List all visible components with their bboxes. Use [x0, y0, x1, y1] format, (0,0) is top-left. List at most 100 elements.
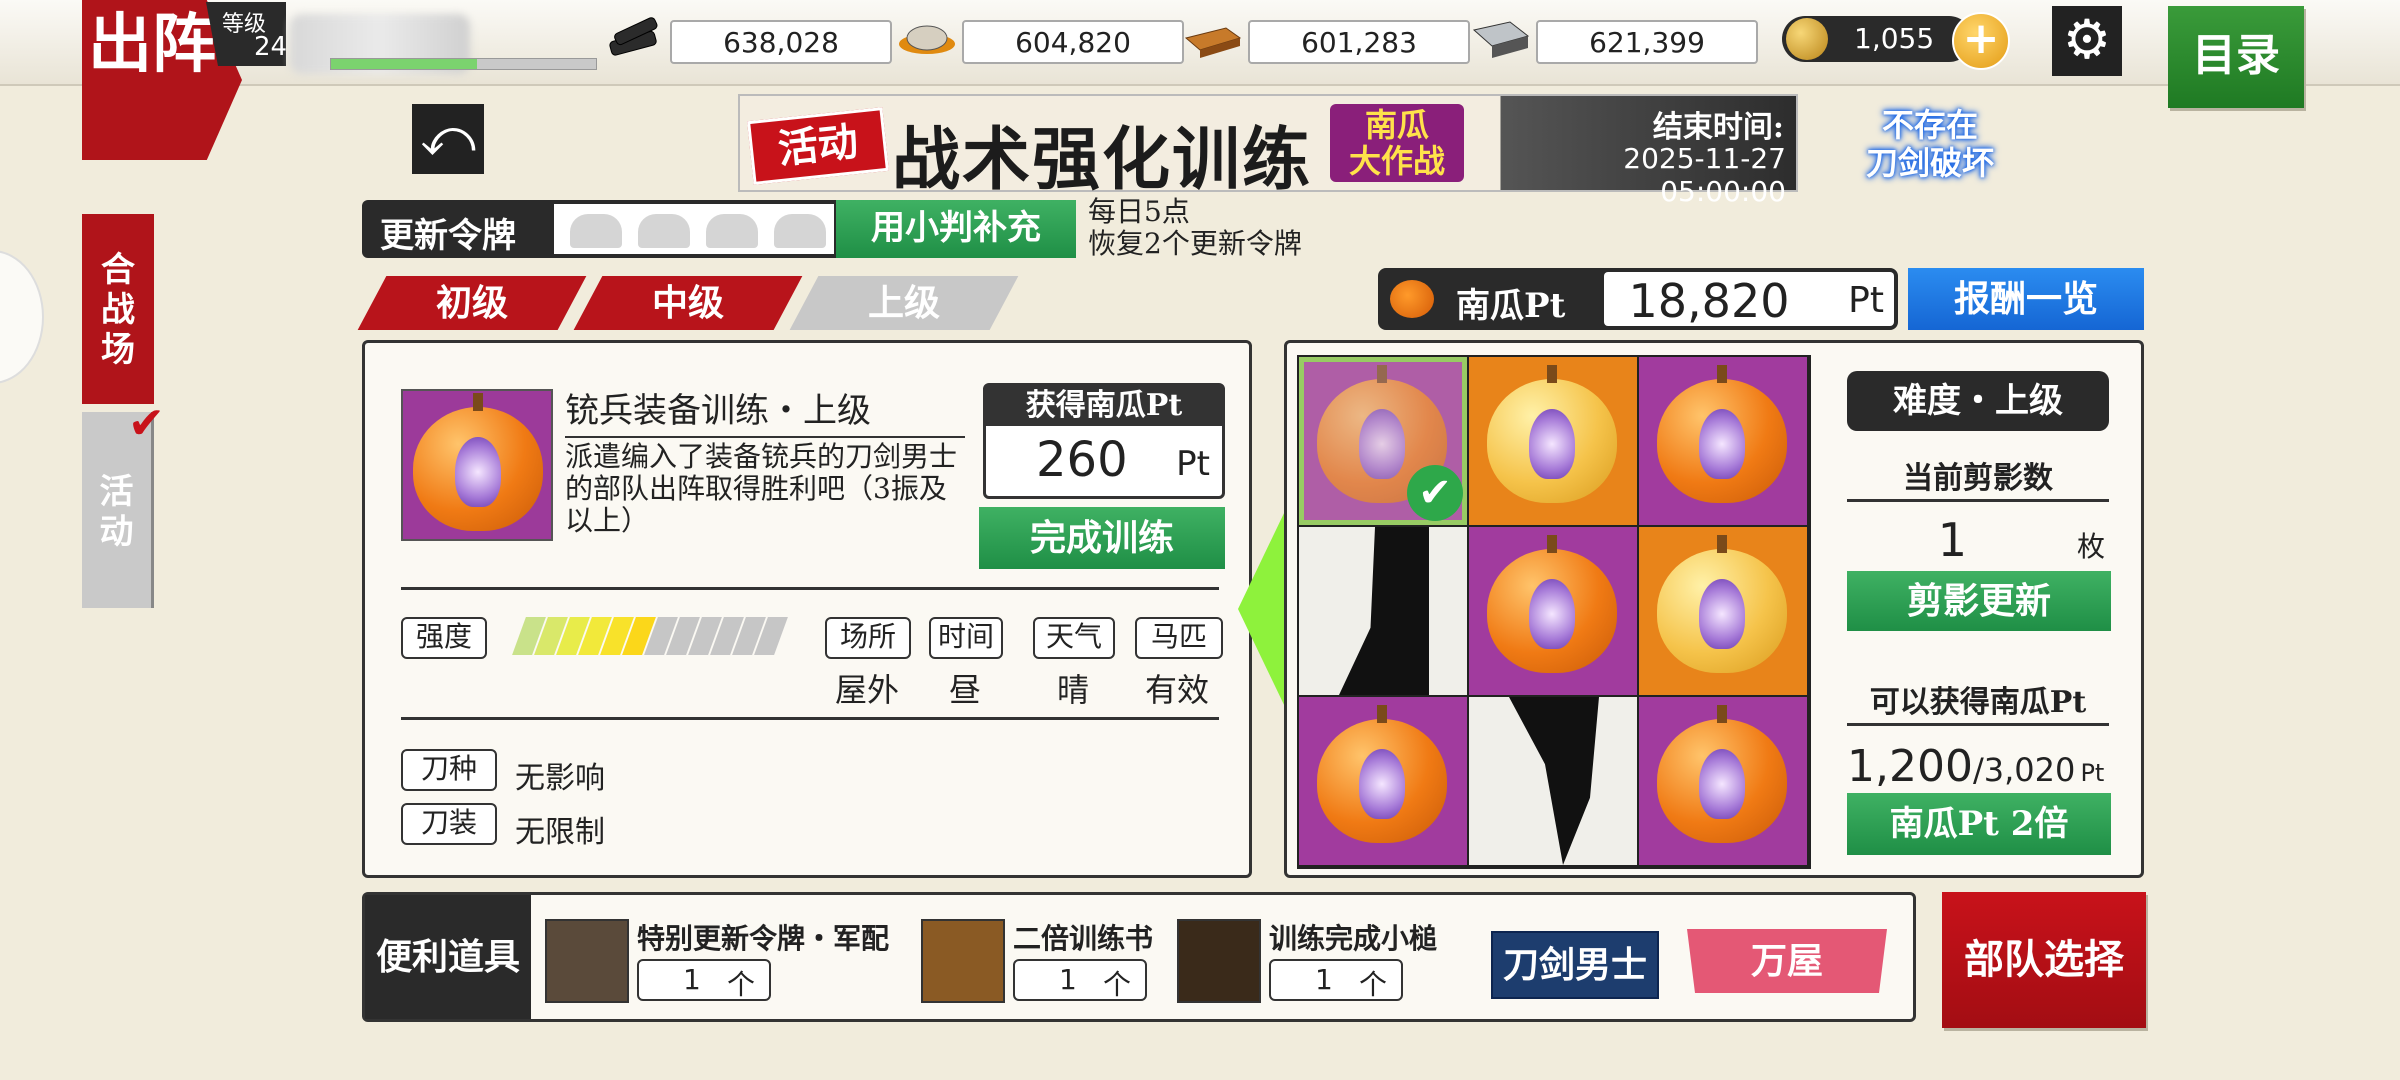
- pumpkin-pt-value: 18,820: [1628, 274, 1790, 328]
- whetstone-icon: [899, 25, 955, 54]
- tab-grade-intermediate[interactable]: 中级: [573, 276, 803, 330]
- pumpkin-cell[interactable]: [1469, 357, 1637, 525]
- silhouette-shape: [1509, 697, 1599, 865]
- back-button[interactable]: ⤺: [412, 104, 484, 174]
- banner-tag: 活动: [747, 107, 889, 185]
- silhouette-count: 1: [1937, 513, 1967, 567]
- pumpkin-icon: [1317, 705, 1447, 843]
- banner-subtitle: 南瓜 大作战: [1330, 104, 1464, 182]
- pumpkin-icon: [1487, 535, 1617, 673]
- koban-value: 1,055: [1854, 22, 1935, 55]
- resource-cold-steel: 601,283: [1248, 20, 1470, 64]
- resource-whetstone: 604,820: [962, 20, 1184, 64]
- items-label: 便利道具: [365, 895, 531, 1019]
- pumpkin-icon: [1657, 535, 1787, 673]
- token-label: 更新令牌: [380, 216, 516, 256]
- double-pt-button[interactable]: 南瓜Pt 2倍: [1847, 793, 2111, 855]
- special-token-item-icon[interactable]: [545, 919, 629, 1003]
- end-time-label: 结束时间:: [1652, 110, 1784, 145]
- reward-list-button[interactable]: 报酬一览: [1908, 268, 2144, 330]
- earn-pt-box: 获得南瓜Pt 260 Pt: [983, 383, 1225, 499]
- earn-pt-value: 260: [1036, 432, 1128, 488]
- resource-tamahagane: 621,399: [1536, 20, 1758, 64]
- pumpkin-cell[interactable]: [1299, 697, 1467, 865]
- pumpkin-icon: [1487, 365, 1617, 503]
- end-time-value: 2025-11-27 05:00:00: [1623, 142, 1786, 208]
- no-break-notice: 不存在 刀剑破坏: [1860, 98, 2000, 192]
- pumpkin-icon: [1390, 280, 1434, 318]
- divider: [401, 717, 1219, 720]
- pumpkin-pt-display: 南瓜Pt 18,820 Pt: [1378, 268, 1898, 330]
- left-edge-handle[interactable]: [0, 250, 44, 384]
- token-slot-empty: [638, 214, 690, 248]
- condition-value-horse: 有效: [1144, 671, 1209, 709]
- silhouette-cell[interactable]: [1469, 697, 1637, 865]
- pumpkin-icon: [1657, 705, 1787, 843]
- pumpkin-cell[interactable]: ✔: [1299, 357, 1467, 525]
- item-count: 1: [1059, 963, 1077, 996]
- party-select-button[interactable]: 部队选择: [1942, 892, 2146, 1028]
- item-unit: 个: [1102, 968, 1131, 1001]
- settings-gear-icon[interactable]: ⚙: [2052, 6, 2122, 76]
- tamahagane-icon: [1472, 21, 1530, 58]
- silhouette-refresh-button[interactable]: 剪影更新: [1847, 571, 2111, 631]
- refill-with-koban-button[interactable]: 用小判补充: [836, 200, 1076, 258]
- cold-steel-icon: [1184, 27, 1242, 58]
- intensity-label: 强度: [401, 617, 487, 659]
- pumpkin-cell[interactable]: [1469, 527, 1637, 695]
- token-note: 每日5点 恢复2个更新令牌: [1088, 196, 1302, 260]
- exp-bar: [330, 58, 597, 70]
- divider: [1847, 499, 2109, 502]
- resource-charcoal: 638,028: [670, 20, 892, 64]
- tab-grade-beginner[interactable]: 初级: [357, 276, 587, 330]
- condition-value-location: 屋外: [834, 671, 899, 709]
- no-break-line1: 不存在: [1881, 106, 1978, 144]
- convenient-items-bar: 便利道具 特别更新令牌・军配 1 个 二倍训练书 1 个 训练完成小槌 1 个 …: [362, 892, 1916, 1022]
- condition-label-weather: 天气: [1033, 617, 1115, 659]
- koban-icon: [1786, 18, 1828, 60]
- obtainable-pt-unit: Pt: [2080, 759, 2105, 787]
- token-slot-empty: [570, 214, 622, 248]
- obtainable-pt-total: /3,020: [1972, 751, 2076, 789]
- event-banner: 活动 战术强化训练 南瓜 大作战 结束时间: 2025-11-27 05:00:…: [738, 94, 1798, 208]
- silhouette-shape: [1339, 527, 1429, 695]
- intensity-bar: [511, 617, 791, 655]
- condition-value-weather: 晴: [1056, 671, 1089, 709]
- level-value: 24: [254, 32, 288, 62]
- item-count-box: 1 个: [637, 959, 771, 1001]
- tab-battlefield[interactable]: 合战场: [82, 214, 154, 404]
- pumpkin-grid: ✔: [1297, 355, 1811, 869]
- menu-button[interactable]: 目录: [2168, 6, 2304, 108]
- item-name: 特别更新令牌・军配: [637, 922, 890, 955]
- exp-fill: [331, 59, 477, 69]
- pumpkin-cell[interactable]: [1639, 527, 1807, 695]
- mission-name: 铳兵装备训练・上级: [565, 383, 965, 438]
- silhouette-count-label: 当前剪影数: [1903, 461, 2053, 496]
- training-mallet-icon[interactable]: [1177, 919, 1261, 1003]
- obtainable-pt-current: 1,200: [1847, 741, 1973, 792]
- complete-training-button[interactable]: 完成训练: [979, 507, 1225, 569]
- mission-description: 派遣编入了装备铳兵的刀剑男士的部队出阵取得胜利吧（3振及以上）: [565, 440, 958, 537]
- sword-type-value: 无影响: [515, 761, 605, 796]
- mission-panel: 铳兵装备训练・上级 派遣编入了装备铳兵的刀剑男士的部队出阵取得胜利吧（3振及以上…: [362, 340, 1252, 878]
- double-training-book-icon[interactable]: [921, 919, 1005, 1003]
- pumpkin-cell[interactable]: [1639, 357, 1807, 525]
- koban-display: 1,055: [1782, 16, 1972, 62]
- token-note-line2: 恢复2个更新令牌: [1088, 227, 1302, 260]
- silhouette-cell[interactable]: [1299, 527, 1467, 695]
- pumpkin-pt-unit: Pt: [1848, 280, 1884, 321]
- banner-subtitle-line1: 南瓜: [1364, 106, 1429, 144]
- add-koban-button[interactable]: +: [1952, 12, 2010, 70]
- sword-danshi-shop-button[interactable]: 刀剑男士: [1491, 931, 1659, 999]
- charcoal-icon: [609, 17, 658, 56]
- item-count: 1: [683, 963, 701, 996]
- tab-grade-intermediate-label: 中级: [651, 282, 724, 324]
- tab-grade-advanced[interactable]: 上级: [789, 276, 1019, 330]
- pumpkin-cell[interactable]: [1639, 697, 1807, 865]
- yorozuya-shop-button[interactable]: 万屋: [1687, 929, 1887, 993]
- sword-type-label: 刀种: [401, 749, 497, 791]
- item-name: 二倍训练书: [1013, 922, 1154, 955]
- mission-pumpkin-image: [401, 389, 553, 541]
- token-slots: [554, 204, 834, 254]
- checkmark-icon: ✔: [128, 398, 165, 449]
